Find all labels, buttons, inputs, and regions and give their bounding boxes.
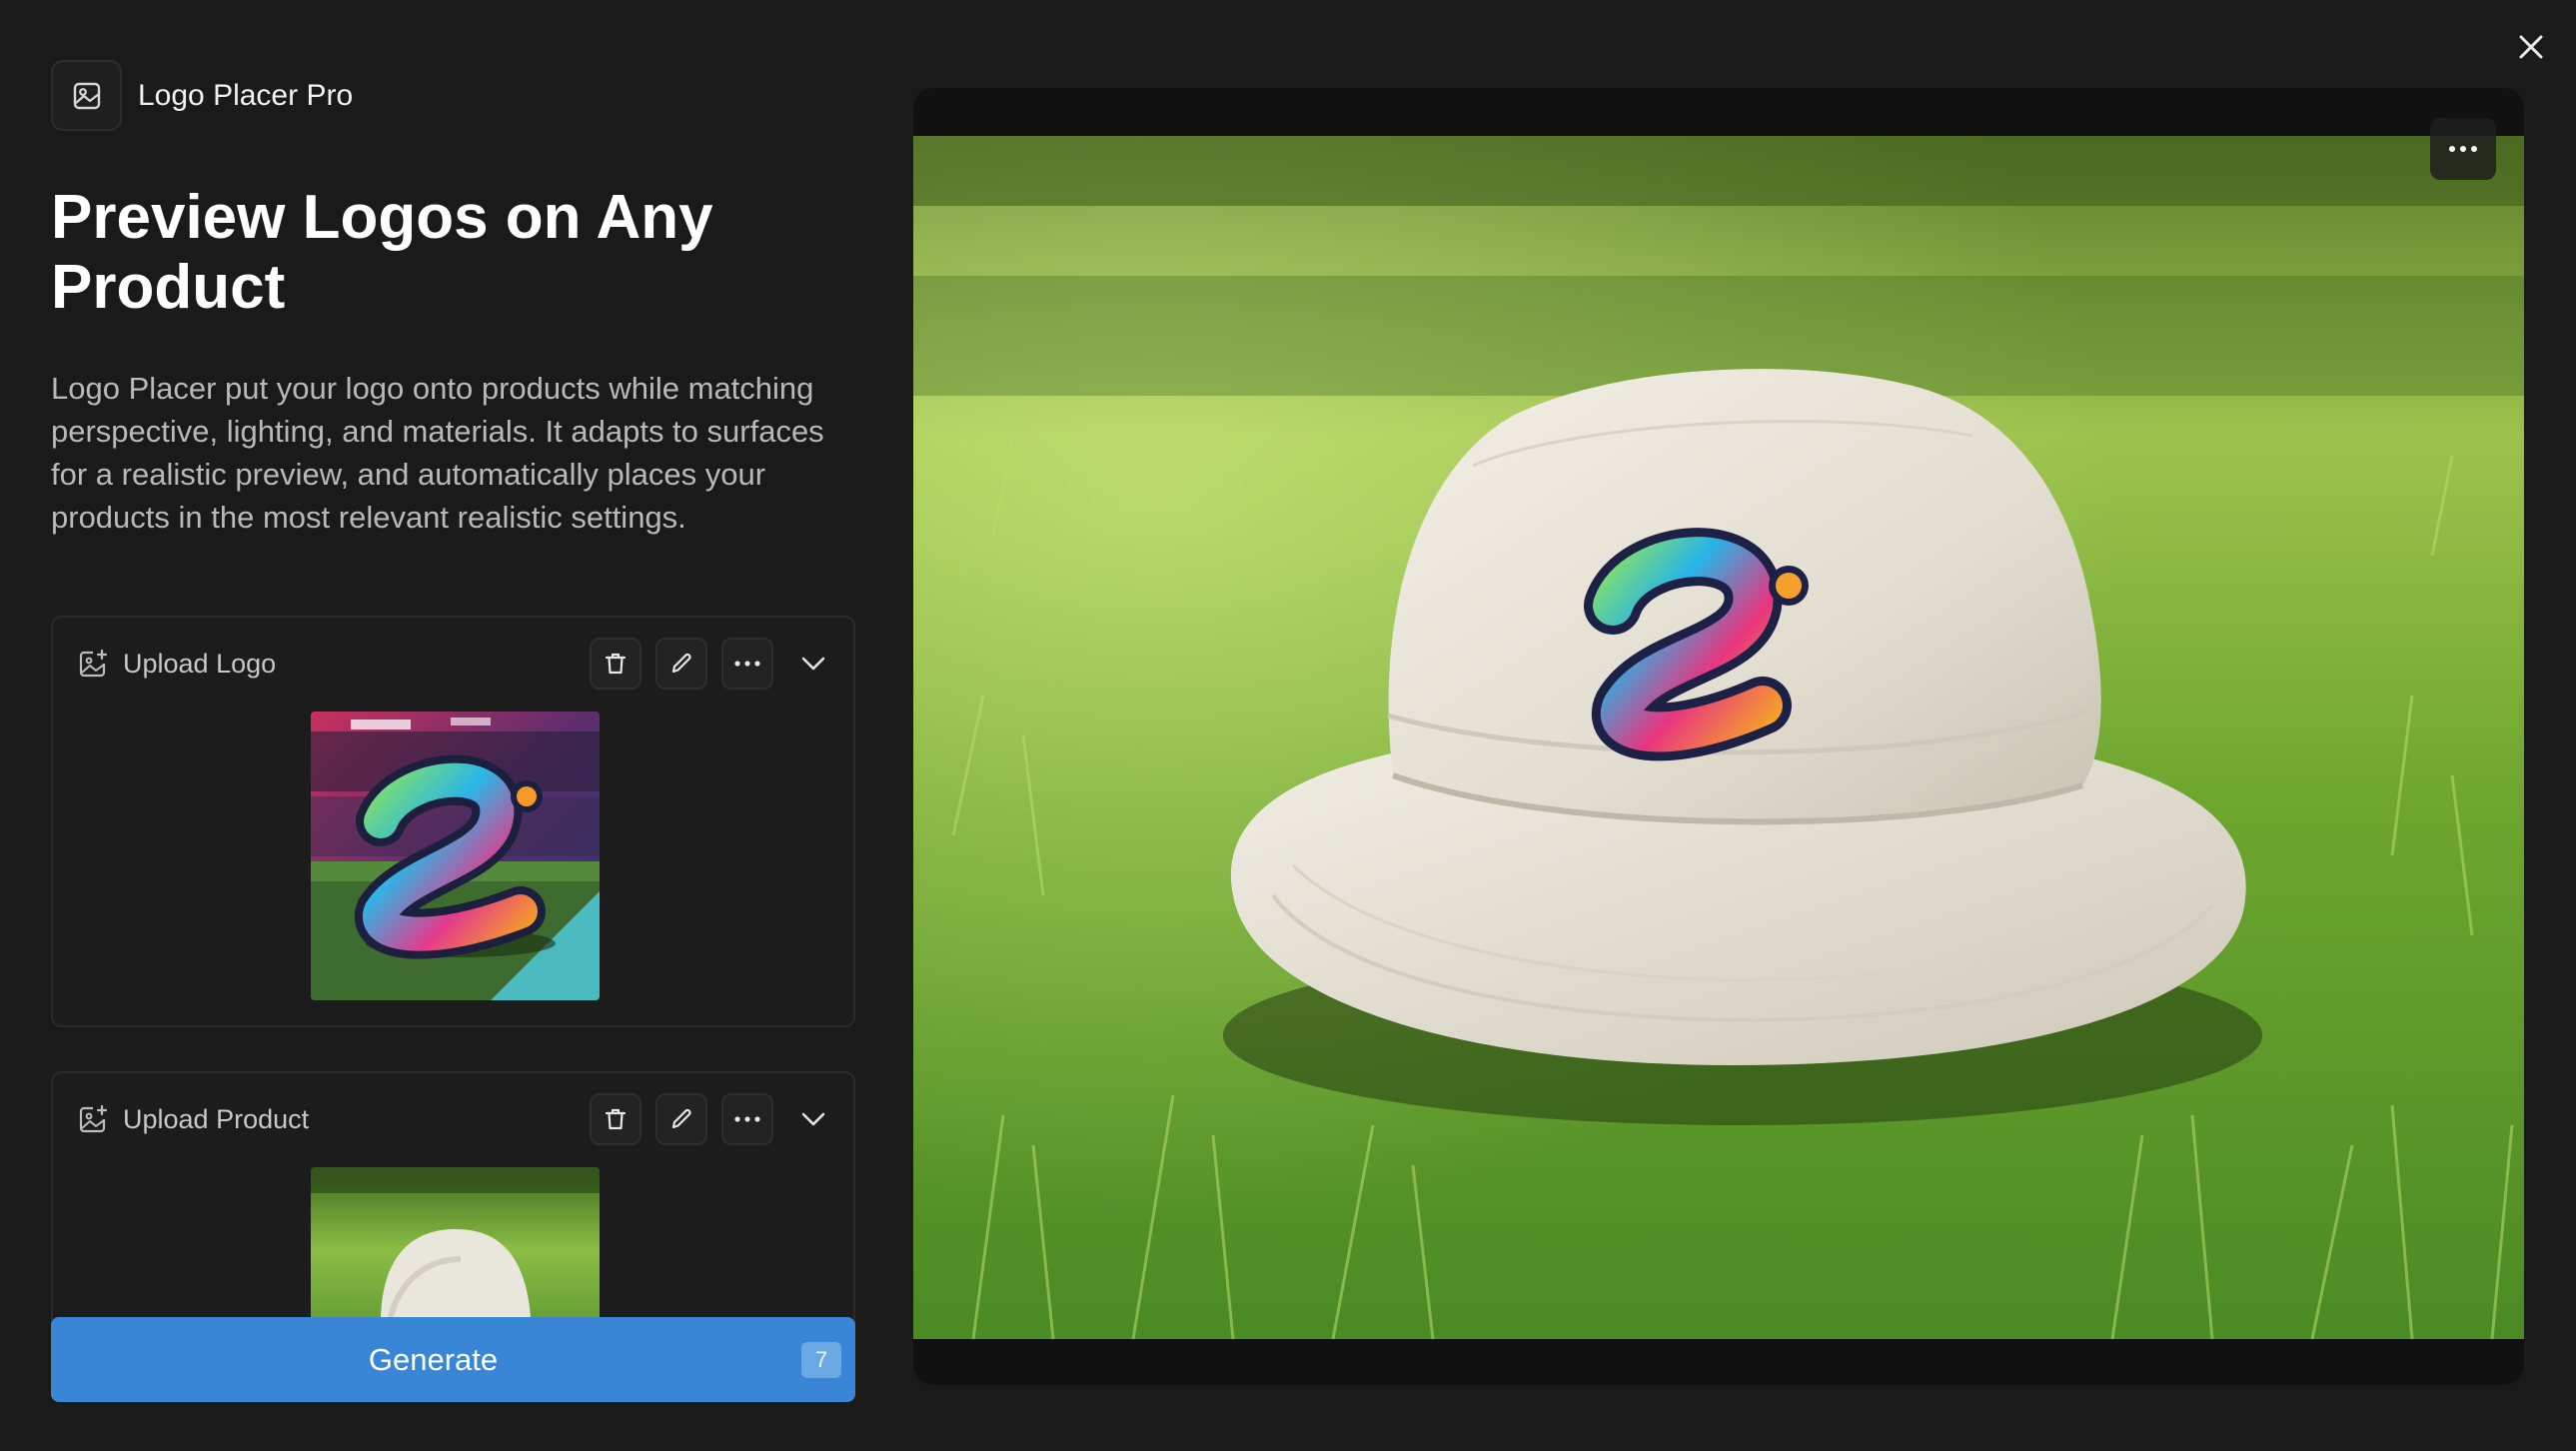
edit-product-button[interactable]	[655, 1093, 707, 1145]
expand-logo-button[interactable]	[787, 638, 839, 690]
preview-panel	[913, 88, 2524, 1385]
generate-label: Generate	[368, 1341, 499, 1377]
trash-icon	[605, 653, 627, 675]
logo-placer-dialog: Logo Placer Pro Preview Logos on Any Pro…	[0, 0, 2576, 1451]
more-product-button[interactable]	[721, 1093, 773, 1145]
expand-product-button[interactable]	[787, 1093, 839, 1145]
chevron-down-icon	[801, 1112, 825, 1126]
chevron-down-icon	[801, 657, 825, 671]
credit-count-badge: 7	[801, 1342, 841, 1378]
more-horizontal-icon	[2449, 146, 2477, 152]
pencil-icon	[671, 653, 691, 674]
logo-image	[311, 712, 600, 1000]
upload-logo-label: Upload Logo	[123, 648, 277, 679]
page-description: Logo Placer put your logo onto products …	[51, 371, 824, 535]
edit-logo-button[interactable]	[655, 638, 707, 690]
logo-thumbnail[interactable]	[311, 712, 600, 1000]
delete-product-button[interactable]	[590, 1093, 642, 1145]
preview-image	[913, 136, 2524, 1339]
delete-logo-button[interactable]	[590, 638, 642, 690]
upload-logo-actions	[590, 638, 839, 690]
app-icon-box	[51, 60, 122, 131]
generate-button[interactable]: Generate 7	[51, 1317, 855, 1402]
app-name: Logo Placer Pro	[138, 78, 354, 112]
upload-product-label: Upload Product	[123, 1103, 310, 1134]
upload-logo-section: Upload Logo	[51, 616, 855, 1027]
page-title: Preview Logos on Any Product	[51, 183, 713, 322]
trash-icon	[605, 1108, 627, 1130]
image-icon	[73, 82, 100, 109]
left-panel: Logo Placer Pro Preview Logos on Any Pro…	[51, 60, 855, 1399]
more-logo-button[interactable]	[721, 638, 773, 690]
image-add-icon	[79, 649, 108, 678]
pencil-icon	[671, 1108, 691, 1129]
app-header: Logo Placer Pro	[51, 60, 855, 131]
close-button[interactable]	[2510, 26, 2552, 68]
result-image	[913, 136, 2524, 1339]
more-horizontal-icon	[734, 1116, 760, 1122]
more-horizontal-icon	[734, 661, 760, 667]
close-icon	[2519, 35, 2543, 59]
preview-more-button[interactable]	[2430, 118, 2496, 180]
upload-product-actions	[590, 1093, 839, 1145]
image-add-icon	[79, 1104, 108, 1133]
